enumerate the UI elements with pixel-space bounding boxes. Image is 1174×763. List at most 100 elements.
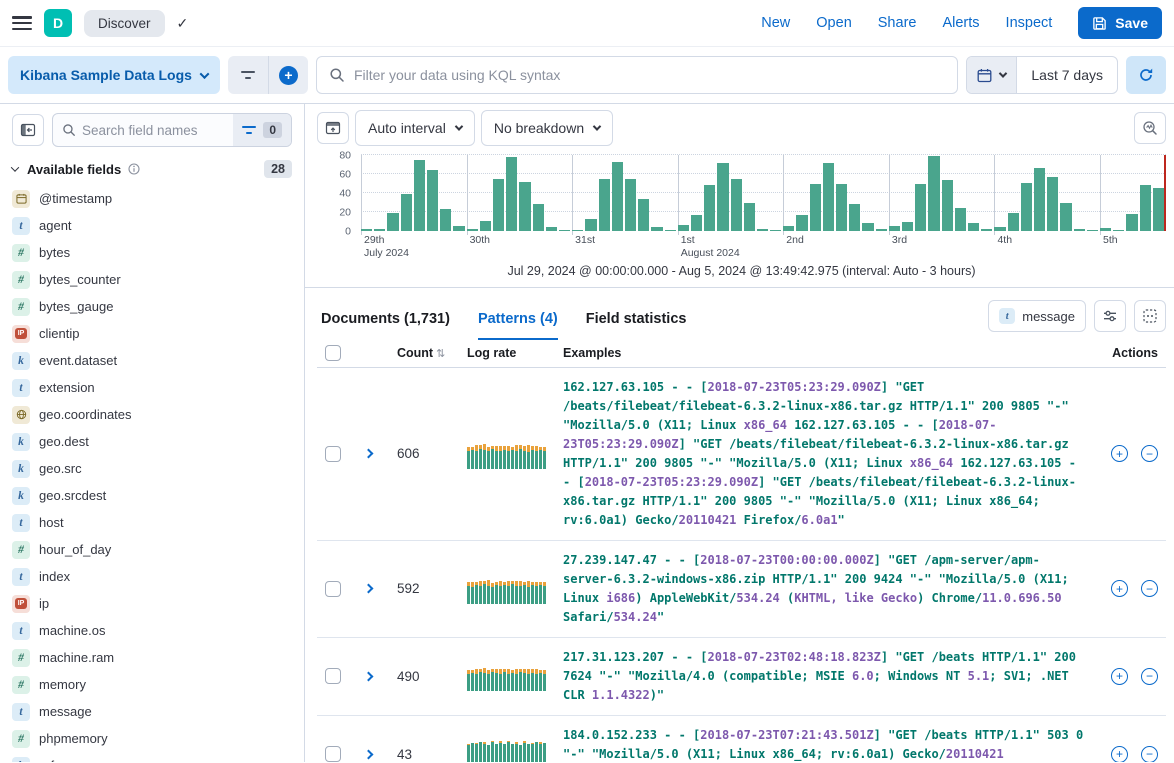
edit-visualization-button[interactable] [1134,112,1166,144]
row-height-button[interactable] [1094,300,1126,332]
pattern-field-label: message [1022,309,1075,324]
filter-group: + [228,56,308,94]
chevron-right-icon [363,449,373,459]
histogram-bar [691,215,702,231]
field-item-message[interactable]: tmessage [12,698,292,725]
field-search-input[interactable] [82,123,233,138]
log-rate-sparkline [467,661,547,691]
menu-icon[interactable] [12,16,32,30]
interval-select[interactable]: Auto interval [355,110,475,146]
hide-chart-button[interactable] [317,112,349,144]
expand-row-button[interactable] [351,673,385,680]
histogram-bar [731,179,742,231]
field-item-agent[interactable]: tagent [12,212,292,239]
fullscreen-button[interactable] [1134,300,1166,332]
ip-field-icon: IP [12,325,30,343]
field-item-machine.os[interactable]: tmachine.os [12,617,292,644]
nav-new[interactable]: New [761,15,790,31]
save-button[interactable]: Save [1078,7,1162,39]
filter-menu-button[interactable] [228,56,268,94]
field-item-geo.srcdest[interactable]: kgeo.srcdest [12,482,292,509]
field-filter-button[interactable]: 0 [233,114,291,146]
row-checkbox[interactable] [325,446,341,462]
histogram-bar [744,203,755,231]
filter-out-button[interactable]: − [1141,746,1158,762]
field-item-extension[interactable]: textension [12,374,292,401]
data-view-selector[interactable]: Kibana Sample Data Logs [8,56,220,94]
field-name: bytes_counter [39,272,121,287]
nav-alerts[interactable]: Alerts [942,15,979,31]
filter-out-button[interactable]: − [1141,668,1158,685]
chart-controls: Auto interval No breakdown [317,110,1166,146]
row-checkbox[interactable] [325,668,341,684]
field-search-bar[interactable]: 0 [52,113,292,147]
field-name: geo.src [39,461,82,476]
x-axis-label: 4th [997,234,1012,247]
pattern-row-1: 606162.127.63.105 - - [2018-07-23T05:23:… [317,368,1166,541]
field-item-bytes[interactable]: #bytes [12,239,292,266]
filter-for-button[interactable]: + [1111,668,1128,685]
field-item-referer[interactable]: kreferer [12,752,292,762]
field-item-memory[interactable]: #memory [12,671,292,698]
filter-out-button[interactable]: − [1141,580,1158,597]
log-rate-sparkline [467,574,547,604]
field-item-host[interactable]: thost [12,509,292,536]
kql-search-input[interactable] [354,67,945,83]
field-item-geo.dest[interactable]: kgeo.dest [12,428,292,455]
breadcrumb[interactable]: Discover [84,10,165,37]
x-axis-label: 31st [575,234,595,247]
field-item-bytes_counter[interactable]: #bytes_counter [12,266,292,293]
field-item-geo.src[interactable]: kgeo.src [12,455,292,482]
field-item-hour_of_day[interactable]: #hour_of_day [12,536,292,563]
field-item-clientip[interactable]: IPclientip [12,320,292,347]
collapse-panel-icon [20,122,36,138]
nav-share[interactable]: Share [878,15,917,31]
field-name: machine.os [39,623,105,638]
row-checkbox[interactable] [325,581,341,597]
field-item-event.dataset[interactable]: kevent.dataset [12,347,292,374]
field-item-geo.coordinates[interactable]: geo.coordinates [12,401,292,428]
add-filter-button[interactable]: + [268,56,308,94]
row-checkbox[interactable] [325,746,341,762]
date-picker-calendar-button[interactable] [967,57,1017,93]
field-item-@timestamp[interactable]: @timestamp [12,185,292,212]
filter-for-button[interactable]: + [1111,580,1128,597]
pattern-example: 27.239.147.47 - - [2018-07-23T00:00:00.0… [563,551,1096,627]
refresh-button[interactable] [1126,56,1166,94]
histogram-bar [942,180,953,231]
number-field-icon: # [12,244,30,262]
expand-row-button[interactable] [351,585,385,592]
field-item-machine.ram[interactable]: #machine.ram [12,644,292,671]
nav-inspect[interactable]: Inspect [1006,15,1053,31]
number-field-icon: # [12,730,30,748]
breakdown-select[interactable]: No breakdown [481,110,613,146]
patterns-table-header: Count⇅ Log rate Examples Actions [317,340,1166,368]
filter-for-button[interactable]: + [1111,445,1128,462]
x-axis-label: 29thJuly 2024 [364,234,409,260]
collapse-sidebar-button[interactable] [12,114,44,146]
tab-field-statistics[interactable]: Field statistics [586,311,687,340]
nav-open[interactable]: Open [816,15,851,31]
field-item-phpmemory[interactable]: #phpmemory [12,725,292,752]
field-item-bytes_gauge[interactable]: #bytes_gauge [12,293,292,320]
histogram-plot[interactable] [361,155,1166,231]
column-count[interactable]: Count⇅ [385,346,467,360]
histogram-bar [915,184,926,232]
expand-row-button[interactable] [351,751,385,758]
pattern-field-button[interactable]: t message [988,300,1086,332]
field-item-index[interactable]: tindex [12,563,292,590]
field-item-ip[interactable]: IPip [12,590,292,617]
time-range-button[interactable]: Last 7 days [1017,57,1117,93]
expand-row-button[interactable] [351,450,385,457]
geo-field-icon [12,406,30,424]
filter-for-button[interactable]: + [1111,746,1128,762]
filter-icon [242,125,256,135]
tab-documents-1-731[interactable]: Documents (1,731) [321,311,450,340]
filter-out-button[interactable]: − [1141,445,1158,462]
kql-search-bar[interactable] [316,56,958,94]
tab-patterns-4[interactable]: Patterns (4) [478,311,558,340]
histogram[interactable]: 020406080 29thJuly 202430th31st1stAugust… [317,155,1166,259]
chart-toggle-icon [325,120,341,136]
select-all-checkbox[interactable] [325,345,341,361]
available-fields-header[interactable]: Available fields 28 [12,160,292,178]
